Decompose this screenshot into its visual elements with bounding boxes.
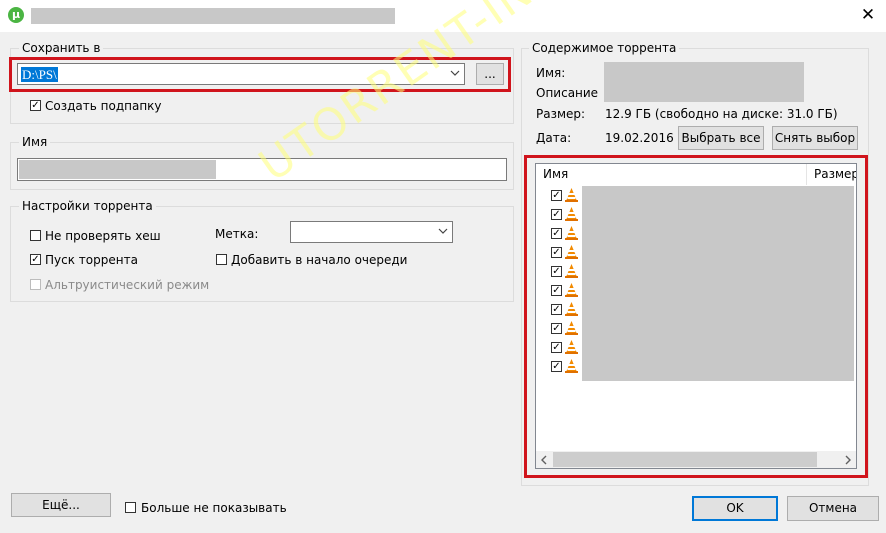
vlc-cone-icon	[565, 207, 578, 224]
close-icon[interactable]: ✕	[856, 4, 880, 26]
browse-button[interactable]: ...	[476, 63, 504, 85]
start-torrent-label: Пуск торрента	[45, 253, 138, 267]
torrent-settings-legend: Настройки торрента	[19, 199, 156, 213]
skip-hash-checkbox[interactable]	[30, 230, 41, 241]
vlc-cone-icon	[565, 226, 578, 243]
file-list[interactable]: Имя Размер ✓ ✓ ✓ ✓ ✓ ✓ ✓ ✓ ✓ ✓	[535, 163, 857, 469]
name-input[interactable]	[17, 158, 507, 181]
scroll-right-icon[interactable]	[844, 454, 852, 468]
file-checkbox[interactable]: ✓	[551, 361, 562, 372]
file-checkbox[interactable]: ✓	[551, 190, 562, 201]
file-checkbox[interactable]: ✓	[551, 285, 562, 296]
torrent-contents-legend: Содержимое торрента	[529, 41, 680, 55]
scrollbar-thumb[interactable]	[553, 452, 817, 467]
vlc-cone-icon	[565, 245, 578, 262]
size-caption: Размер:	[536, 107, 586, 121]
vlc-cone-icon	[565, 321, 578, 338]
size-value: 12.9 ГБ (свободно на диске: 31.0 ГБ)	[605, 107, 838, 121]
skip-hash-label: Не проверять хеш	[45, 229, 161, 243]
date-caption: Дата:	[536, 131, 572, 145]
vlc-cone-icon	[565, 359, 578, 376]
create-subfolder-label: Создать подпапку	[45, 99, 162, 113]
name-description-redacted	[604, 62, 804, 102]
file-checkbox[interactable]: ✓	[551, 342, 562, 353]
horizontal-scrollbar[interactable]	[536, 451, 856, 468]
altruistic-label: Альтруистический режим	[45, 278, 210, 292]
vlc-cone-icon	[565, 264, 578, 281]
vlc-cone-icon	[565, 302, 578, 319]
add-to-top-checkbox[interactable]	[216, 254, 227, 265]
dont-show-label: Больше не показывать	[141, 501, 287, 515]
label-combobox[interactable]	[290, 221, 453, 243]
file-checkbox[interactable]: ✓	[551, 323, 562, 334]
scroll-left-icon[interactable]	[540, 454, 548, 468]
create-subfolder-checkbox[interactable]: ✓	[30, 100, 41, 111]
cancel-button[interactable]: Отмена	[787, 496, 879, 521]
chevron-down-icon[interactable]	[450, 67, 460, 79]
date-value: 19.02.2016	[605, 131, 674, 145]
ok-button[interactable]: OK	[692, 496, 778, 521]
more-button[interactable]: Ещё...	[11, 493, 111, 517]
save-in-legend: Сохранить в	[19, 41, 104, 55]
label-caption: Метка:	[215, 227, 259, 241]
vlc-cone-icon	[565, 283, 578, 300]
vlc-cone-icon	[565, 188, 578, 205]
file-names-redacted	[582, 186, 854, 381]
name-redacted	[19, 160, 216, 179]
add-to-top-label: Добавить в начало очереди	[231, 253, 408, 267]
file-checkbox[interactable]: ✓	[551, 304, 562, 315]
name-legend: Имя	[19, 135, 51, 149]
file-checkbox[interactable]: ✓	[551, 209, 562, 220]
save-path-value: D:\PS\	[21, 67, 58, 82]
column-header-size[interactable]: Размер	[808, 164, 856, 185]
vlc-cone-icon	[565, 340, 578, 357]
name-caption: Имя:	[536, 66, 566, 80]
utorrent-logo-icon: µ	[8, 7, 24, 23]
dont-show-checkbox[interactable]	[125, 502, 136, 513]
chevron-down-icon[interactable]	[438, 225, 448, 237]
file-checkbox[interactable]: ✓	[551, 228, 562, 239]
window-title-redacted	[31, 8, 395, 24]
file-checkbox[interactable]: ✓	[551, 247, 562, 258]
select-all-button[interactable]: Выбрать все	[678, 126, 764, 150]
save-path-combobox[interactable]: D:\PS\	[17, 63, 465, 85]
altruistic-checkbox[interactable]	[30, 279, 41, 290]
deselect-button[interactable]: Снять выбор	[772, 126, 858, 150]
column-header-name[interactable]: Имя	[536, 164, 807, 185]
start-torrent-checkbox[interactable]: ✓	[30, 254, 41, 265]
file-checkbox[interactable]: ✓	[551, 266, 562, 277]
description-caption: Описание	[536, 86, 599, 100]
